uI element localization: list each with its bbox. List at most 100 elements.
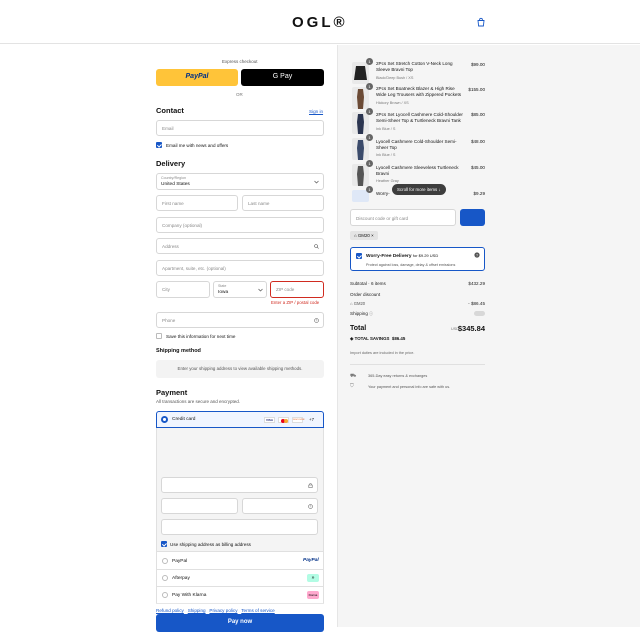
- discount-code-field[interactable]: Discount code or gift card: [350, 209, 456, 226]
- mastercard-icon: [278, 417, 289, 423]
- terms-link[interactable]: Terms of service: [241, 608, 274, 613]
- help-icon[interactable]: ?: [314, 318, 319, 323]
- shipping-method-heading: Shipping method: [156, 348, 201, 354]
- afterpay-badge: »: [307, 574, 319, 582]
- subtotal-value: $432.29: [468, 281, 485, 286]
- summary-divider: [350, 364, 485, 365]
- privacy-policy-link[interactable]: Privacy policy: [209, 608, 237, 613]
- credit-card-radio[interactable]: [161, 416, 168, 423]
- state-label: State: [218, 284, 227, 288]
- discount-value: - $86.45: [468, 301, 485, 306]
- shipping-row: Shipping ⓘ: [350, 311, 373, 316]
- truck-icon: ⛟: [350, 373, 357, 379]
- shipping-placeholder: [474, 311, 485, 316]
- product-thumbnail: [352, 112, 369, 134]
- last-name-field[interactable]: Last name: [242, 195, 324, 211]
- expiration-field[interactable]: [161, 498, 238, 514]
- total-label: Total: [350, 325, 367, 332]
- lock-icon: [308, 483, 313, 488]
- tag-icon: ⌂: [350, 301, 353, 306]
- state-select[interactable]: State Iowa: [213, 281, 267, 298]
- footer-divider: [156, 603, 324, 604]
- item-variant: Ink Blue / S: [376, 127, 396, 131]
- klarna-radio[interactable]: [162, 592, 168, 598]
- credit-card-option[interactable]: Credit card VISA DISCOVER +7: [156, 411, 324, 428]
- afterpay-radio[interactable]: [162, 575, 168, 581]
- last-name-placeholder: Last name: [248, 201, 270, 206]
- search-icon: [314, 244, 319, 249]
- city-field[interactable]: City: [156, 281, 210, 298]
- news-checkbox[interactable]: [156, 142, 162, 148]
- phone-field[interactable]: Phone ?: [156, 312, 324, 328]
- save-info-checkbox[interactable]: [156, 333, 162, 339]
- total-value: $345.84: [457, 324, 485, 333]
- name-on-card-field[interactable]: [161, 519, 318, 535]
- shopping-bag-icon[interactable]: [476, 17, 486, 27]
- worry-free-delivery-box[interactable]: Worry-Free Delivery for $9.29 USD Protec…: [350, 247, 485, 271]
- city-placeholder: City: [162, 287, 170, 292]
- sign-in-link[interactable]: Sign in: [309, 109, 323, 114]
- shipping-link[interactable]: Shipping: [188, 608, 206, 613]
- security-perk: Your payment and personal info are safe …: [368, 385, 451, 389]
- card-number-field[interactable]: [161, 477, 318, 493]
- email-field[interactable]: Email: [156, 120, 324, 136]
- discount-code-row: ⌂ GM20: [350, 301, 366, 306]
- item-name: Worry-Free Delivery: [376, 191, 390, 196]
- klarna-badge: Klarna: [307, 591, 319, 599]
- google-pay-button[interactable]: G Pay: [241, 69, 324, 86]
- express-checkout-title: Express checkout: [222, 59, 258, 64]
- refund-policy-link[interactable]: Refund policy: [156, 608, 184, 613]
- pay-now-label: Pay now: [227, 619, 253, 625]
- logo[interactable]: OGL®: [292, 14, 348, 31]
- company-field[interactable]: Company (optional): [156, 217, 324, 233]
- shipping-method-note-box: Enter your shipping address to view avai…: [156, 360, 324, 378]
- address-placeholder: Address: [162, 244, 179, 249]
- contact-heading: Contact: [156, 106, 184, 115]
- worry-free-checkbox[interactable]: [356, 253, 362, 259]
- item-variant: Black/Deep Bush / XS: [376, 76, 414, 80]
- pay-now-button[interactable]: Pay now: [156, 614, 324, 632]
- item-price: $85.00: [470, 112, 485, 117]
- address-field[interactable]: Address: [156, 238, 324, 254]
- klarna-option[interactable]: Pay With Klarna Klarna: [156, 587, 324, 604]
- svg-text:?: ?: [310, 505, 312, 509]
- discount-placeholder: Discount code or gift card: [356, 216, 409, 221]
- paypal-radio[interactable]: [162, 558, 168, 564]
- chevron-down-icon: [314, 180, 319, 184]
- remove-tag-icon[interactable]: ×: [371, 233, 374, 238]
- payment-subtitle: All transactions are secure and encrypte…: [156, 399, 241, 404]
- item-quantity-badge: 1: [366, 134, 373, 141]
- apply-discount-button[interactable]: [460, 209, 485, 226]
- chevron-down-icon: [258, 288, 263, 292]
- help-icon[interactable]: ⓘ: [369, 312, 373, 316]
- email-placeholder: Email: [162, 126, 174, 131]
- billing-label: Use shipping address as billing address: [170, 542, 251, 547]
- country-select[interactable]: Country/Region United States: [156, 173, 324, 190]
- product-thumbnail: [352, 138, 369, 160]
- paypal-express-button[interactable]: PayPal: [156, 69, 238, 86]
- item-quantity-badge: 1: [366, 160, 373, 167]
- visa-icon: VISA: [264, 417, 275, 423]
- arrow-down-icon: ↓: [438, 187, 441, 192]
- scroll-hint-pill[interactable]: Scroll for more items ↓: [392, 184, 446, 195]
- help-icon[interactable]: ?: [308, 504, 313, 509]
- billing-checkbox[interactable]: [161, 541, 167, 547]
- zip-field[interactable]: ZIP code: [270, 281, 324, 298]
- save-info-label: Save this information for next time: [166, 334, 236, 339]
- security-code-field[interactable]: ?: [242, 498, 318, 514]
- info-icon[interactable]: ?: [474, 252, 480, 258]
- first-name-field[interactable]: First name: [156, 195, 238, 211]
- header: OGL®: [0, 0, 640, 44]
- apartment-field[interactable]: Apartment, suite, etc. (optional): [156, 260, 324, 276]
- paypal-option[interactable]: PayPal PayPal: [156, 552, 324, 570]
- first-name-placeholder: First name: [162, 201, 184, 206]
- item-price: $155.00: [468, 87, 485, 92]
- tag-icon: ⌂: [354, 233, 357, 238]
- afterpay-option[interactable]: Afterpay »: [156, 570, 324, 587]
- subtotal-label: Subtotal · 6 items: [350, 281, 386, 286]
- afterpay-option-label: Afterpay: [172, 576, 190, 581]
- footer-links: Refund policy Shipping Privacy policy Te…: [156, 608, 275, 613]
- delivery-heading: Delivery: [156, 159, 186, 168]
- item-price: $99.00: [470, 62, 485, 67]
- item-quantity-badge: 1: [366, 186, 373, 193]
